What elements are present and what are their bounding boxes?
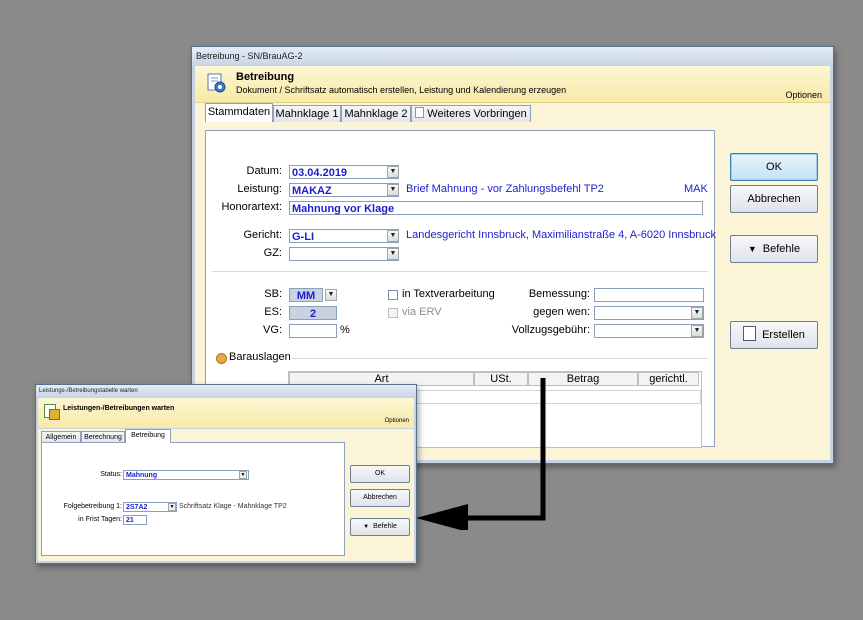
sb-label: SB: <box>264 288 282 300</box>
small-window-title: Leistungs-/Betreibungstabelle warten <box>36 385 416 397</box>
chevron-down-icon[interactable]: ▼ <box>239 471 247 479</box>
vg-unit: % <box>340 324 350 336</box>
gz-label: GZ: <box>263 247 282 259</box>
gegen-wen-label: gegen wen: <box>533 306 590 318</box>
window-header: Betreibung Dokument / Schriftsatz automa… <box>195 66 830 103</box>
chevron-down-icon[interactable]: ▼ <box>387 248 399 260</box>
small-header-title: Leistungen-/Betreibungen warten <box>63 405 175 412</box>
es-label: ES: <box>264 306 282 318</box>
cancel-button[interactable]: Abbrechen <box>730 185 818 213</box>
leistung-description: Brief Mahnung - vor Zahlungsbefehl TP2 <box>406 183 604 195</box>
erv-label: via ERV <box>402 306 442 318</box>
coins-icon <box>216 353 227 364</box>
vg-label: VG: <box>263 324 282 336</box>
bemessung-label: Bemessung: <box>528 288 590 300</box>
separator <box>212 271 708 272</box>
textverarbeitung-checkbox[interactable] <box>388 290 398 300</box>
small-window: Leistungs-/Betreibungstabelle warten Lei… <box>35 384 417 564</box>
small-ok-button[interactable]: OK <box>350 465 410 483</box>
datum-label: Datum: <box>246 165 282 177</box>
sb-field[interactable]: MM <box>289 288 323 302</box>
window-title: Betreibung - SN/BrauAG-2 <box>192 47 833 65</box>
datum-field[interactable]: 03.04.2019 <box>289 165 399 179</box>
tab-weiteres-vorbringen[interactable]: Weiteres Vorbringen <box>411 105 531 122</box>
small-befehle-button[interactable]: ▼ Befehle <box>350 518 410 536</box>
leistung-label: Leistung: <box>237 183 282 195</box>
small-cancel-button[interactable]: Abbrechen <box>350 489 410 507</box>
chevron-down-icon[interactable]: ▼ <box>325 289 337 301</box>
chevron-down-icon[interactable]: ▼ <box>691 307 703 319</box>
chevron-down-icon[interactable]: ▼ <box>168 503 176 511</box>
separator <box>292 358 708 359</box>
small-window-header: Leistungen-/Betreibungen warten Optionen <box>38 398 414 428</box>
triangle-down-icon: ▼ <box>747 244 757 254</box>
arrow-connector <box>416 378 546 530</box>
vg-field[interactable] <box>289 324 337 338</box>
frist-field[interactable]: 21 <box>123 515 147 525</box>
honorartext-label: Honorartext: <box>221 201 282 213</box>
tab-mahnklage-1[interactable]: Mahnklage 1 <box>273 105 341 122</box>
vollzug-label: Vollzugsgebühr: <box>511 324 590 336</box>
gericht-label: Gericht: <box>243 229 282 241</box>
status-label: Status: <box>100 471 122 478</box>
tab-mahnklage-2[interactable]: Mahnklage 2 <box>341 105 411 122</box>
barauslagen-label: Barauslagen <box>229 351 291 363</box>
small-tab-panel: Status: Mahnung ▼ Folgebetreibung 1: 2S7… <box>41 442 345 556</box>
befehle-button[interactable]: ▼ Befehle <box>730 235 818 263</box>
chevron-down-icon[interactable]: ▼ <box>387 230 399 242</box>
gegen-wen-field[interactable] <box>594 306 704 320</box>
header-subtitle: Dokument / Schriftsatz automatisch erste… <box>236 85 567 95</box>
header-title: Betreibung <box>236 71 295 83</box>
tab-betreibung[interactable]: Betreibung <box>125 429 171 443</box>
document-gear-icon <box>207 73 226 93</box>
gericht-field[interactable]: G-LI <box>289 229 399 243</box>
gz-field[interactable] <box>289 247 399 261</box>
textverarbeitung-label: in Textverarbeitung <box>402 288 495 300</box>
erstellen-button[interactable]: Erstellen <box>730 321 818 349</box>
chevron-down-icon[interactable]: ▼ <box>387 184 399 196</box>
folge-description: Schriftsatz Klage - Mahnklage TP2 <box>179 503 287 510</box>
small-window-content: Allgemein Berechnung Betreibung Status: … <box>38 429 414 561</box>
options-link[interactable]: Optionen <box>785 90 822 100</box>
es-field[interactable]: 2 <box>289 306 337 320</box>
grid-header-gerichtl[interactable]: gerichtl. <box>638 372 699 386</box>
status-field[interactable]: Mahnung <box>123 470 249 480</box>
vollzug-field[interactable] <box>594 324 704 338</box>
bemessung-field[interactable] <box>594 288 704 302</box>
small-options-link[interactable]: Optionen <box>385 418 409 424</box>
ok-button[interactable]: OK <box>730 153 818 181</box>
date-picker-icon[interactable]: ▼ <box>387 166 399 178</box>
document-icon <box>415 107 425 118</box>
document-edit-icon <box>743 326 757 341</box>
table-edit-icon <box>44 404 60 420</box>
honorartext-field[interactable]: Mahnung vor Klage <box>289 201 703 215</box>
chevron-down-icon[interactable]: ▼ <box>691 325 703 337</box>
erv-checkbox[interactable] <box>388 308 398 318</box>
frist-label: in Frist Tagen: <box>78 516 122 523</box>
gericht-description: Landesgericht Innsbruck, Maximilianstraß… <box>406 229 716 241</box>
leistung-field[interactable]: MAKAZ <box>289 183 399 197</box>
triangle-down-icon: ▼ <box>363 524 370 530</box>
folge-label: Folgebetreibung 1: <box>63 503 122 510</box>
leistung-code: MAK <box>684 183 708 195</box>
tab-stammdaten[interactable]: Stammdaten <box>205 103 273 122</box>
